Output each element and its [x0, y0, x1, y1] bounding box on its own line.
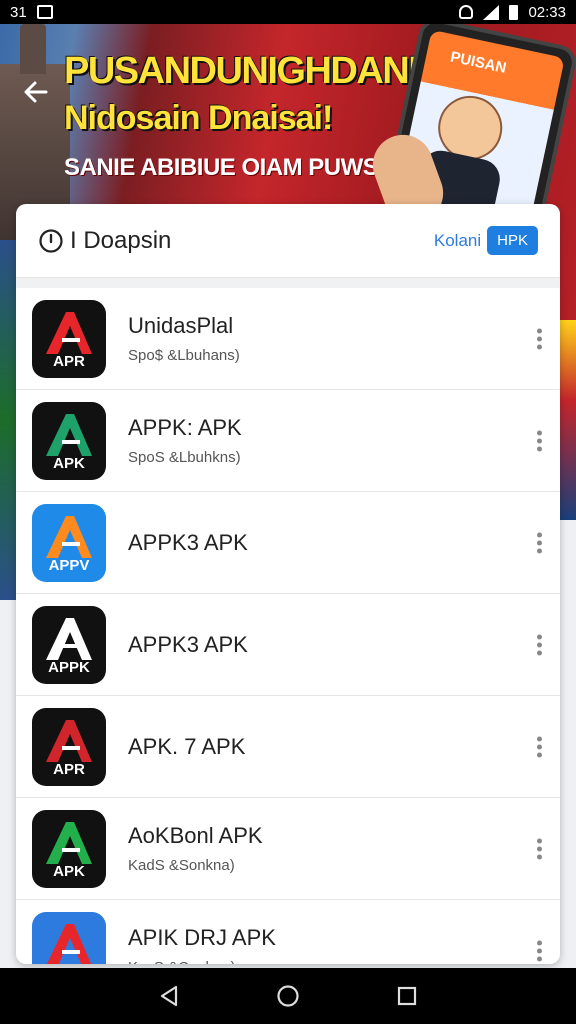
app-subtitle: Spo$ &Lbuhans): [128, 347, 240, 364]
app-logo-icon: APDV: [32, 911, 106, 964]
back-triangle-icon[interactable]: [158, 984, 180, 1008]
clock-icon: [39, 228, 63, 253]
banner-headline: PUSANDUNIGHDANN Nidosain Dnaisai! SANIE …: [64, 50, 436, 182]
back-button[interactable]: [20, 76, 52, 108]
header-badge-button[interactable]: HPK: [487, 226, 538, 255]
notification-icon: [36, 5, 53, 19]
app-subtitle: SpoS &Lbuhkns): [128, 449, 241, 466]
banner-headline-2: Nidosain Dnaisai!: [64, 99, 333, 137]
letter-a-logo-icon: [46, 413, 92, 456]
app-list-item[interactable]: APR APK. 7 APK: [16, 696, 560, 798]
letter-a-logo-icon: [46, 821, 92, 864]
letter-a-logo-icon: [46, 923, 92, 964]
phone-title: PUISAN: [448, 48, 508, 77]
more-options-icon[interactable]: [537, 430, 542, 451]
app-name: APPK3 APK: [128, 529, 248, 555]
app-subtitle: KadS &Sonkna): [128, 857, 235, 874]
app-list: APR UnidasPlal Spo$ &Lbuhans) APK APPK: APK S…: [16, 288, 560, 964]
app-icon-label: APR: [53, 352, 85, 370]
signal-icon: [483, 4, 500, 20]
app-subtitle: KasS &Coohna): [128, 959, 276, 964]
app-name: APPK: APK: [128, 415, 242, 440]
app-name: APIK DRJ APK: [128, 925, 276, 950]
status-bar: 31 02:33: [0, 0, 576, 24]
app-icon-label: APPV: [48, 556, 90, 574]
status-time: 02:33: [528, 3, 566, 21]
more-options-icon[interactable]: [537, 532, 542, 553]
battery-icon: [509, 4, 519, 20]
app-list-item[interactable]: APR UnidasPlal Spo$ &Lbuhans): [16, 288, 560, 390]
banner-subline: SANIE ABIBIUE OIAM PUWS: [64, 154, 379, 181]
app-list-item[interactable]: APPK APPK3 APK: [16, 594, 560, 696]
app-logo-icon: APPK: [32, 605, 106, 684]
app-list-item[interactable]: APPV APPK3 APK: [16, 492, 560, 594]
app-list-card: I Doapsin Kolani HPK APR UnidasPlal Spo$ &…: [16, 204, 560, 964]
recents-square-icon[interactable]: [396, 985, 418, 1007]
app-logo-icon: APK: [32, 809, 106, 888]
letter-a-logo-icon: [46, 311, 92, 354]
more-options-icon[interactable]: [537, 634, 542, 655]
letter-a-logo-icon: [46, 515, 92, 558]
letter-a-logo-icon: [46, 617, 92, 660]
banner-headline-1: PUSANDUNIGHDANN: [64, 50, 436, 92]
more-options-icon[interactable]: [537, 328, 542, 349]
alarm-icon: [459, 5, 474, 19]
app-icon-label: APPK: [48, 658, 90, 676]
app-name: AoKBonl APK: [128, 823, 263, 848]
more-options-icon[interactable]: [537, 736, 542, 757]
app-icon-label: APK: [53, 862, 85, 880]
home-circle-icon[interactable]: [276, 984, 300, 1008]
app-logo-icon: APR: [32, 707, 106, 786]
arrow-left-icon: [24, 81, 48, 103]
app-name: APPK3 APK: [128, 631, 248, 657]
navigation-bar: [0, 968, 576, 1024]
status-left-text: 31: [10, 3, 27, 21]
card-header: I Doapsin Kolani HPK: [16, 204, 560, 278]
app-list-item[interactable]: APK AoKBonl APK KadS &Sonkna): [16, 798, 560, 900]
side-decoration-right: [558, 320, 576, 520]
letter-a-logo-icon: [46, 719, 92, 762]
header-link[interactable]: Kolani: [434, 231, 481, 251]
app-list-item[interactable]: APDV APIK DRJ APK KasS &Coohna): [16, 900, 560, 964]
app-name: UnidasPlal: [128, 313, 234, 338]
app-logo-icon: APPV: [32, 503, 106, 582]
app-icon-label: APK: [53, 454, 85, 472]
app-list-item[interactable]: APK APPK: APK SpoS &Lbuhkns): [16, 390, 560, 492]
card-title: I Doapsin: [70, 226, 172, 254]
app-logo-icon: APR: [32, 299, 106, 378]
more-options-icon[interactable]: [537, 940, 542, 961]
app-name: APK. 7 APK: [128, 733, 246, 759]
card-divider: [16, 278, 560, 288]
app-icon-label: APR: [53, 760, 85, 778]
more-options-icon[interactable]: [537, 838, 542, 859]
app-logo-icon: APK: [32, 401, 106, 480]
